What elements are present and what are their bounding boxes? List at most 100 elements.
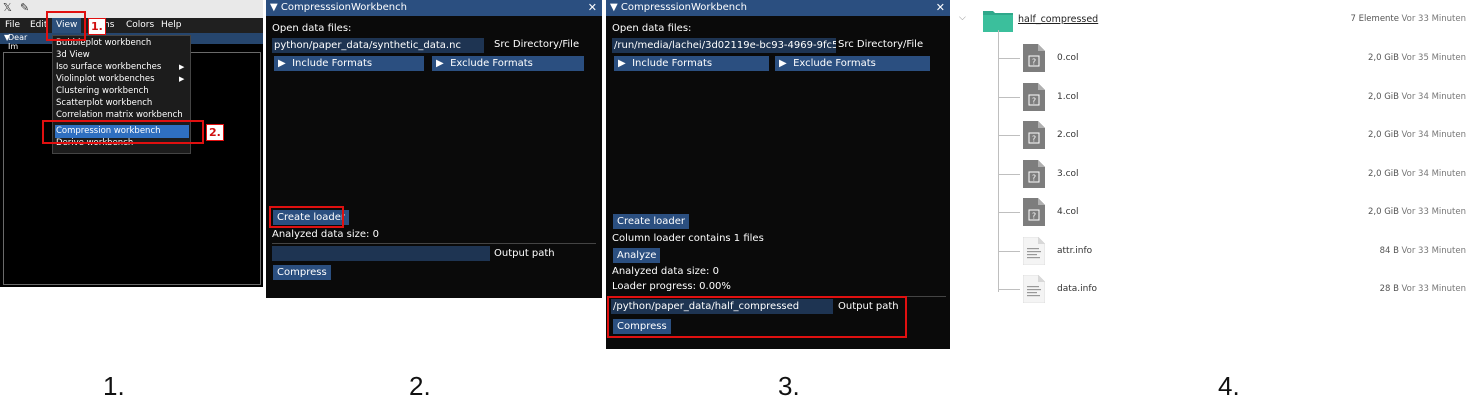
file-name[interactable]: 4.col bbox=[1057, 207, 1079, 217]
file-date: Vor 35 Minuten bbox=[1401, 53, 1467, 63]
file-size: 84 B bbox=[1379, 245, 1399, 256]
window-title: ▼ Dear Im bbox=[4, 33, 28, 51]
file-row[interactable]: ? 0.col 2,0 GiB Vor 35 Minuten bbox=[957, 40, 1479, 78]
tree-branch bbox=[998, 250, 1020, 252]
file-size: 2,0 GiB bbox=[1368, 53, 1399, 63]
file-row[interactable]: attr.info 84 B Vor 33 Minuten bbox=[957, 233, 1479, 271]
file-size: 2,0 GiB bbox=[1368, 168, 1399, 179]
x-logo-icon: 𝕏 bbox=[3, 1, 12, 14]
file-name[interactable]: 3.col bbox=[1057, 169, 1079, 179]
analyze-button[interactable]: Analyze bbox=[613, 248, 661, 263]
window-titlebar[interactable]: ▼ CompresssionWorkbench ✕ bbox=[266, 0, 602, 16]
tree-branch bbox=[998, 212, 1020, 213]
include-formats-button[interactable]: ▶ Include Formats bbox=[614, 56, 769, 71]
file-date: Vor 33 Minuten bbox=[1401, 284, 1467, 294]
menu-help[interactable]: Help bbox=[161, 20, 182, 30]
menu-item-clustering[interactable]: Clustering workbench bbox=[56, 86, 149, 96]
exclude-formats-button[interactable]: ▶ Exclude Formats bbox=[432, 56, 584, 71]
open-data-label: Open data files: bbox=[612, 23, 692, 34]
tree-branch bbox=[998, 289, 1020, 290]
annotation-step-1: 1. bbox=[88, 18, 106, 35]
tree-branch bbox=[998, 135, 1020, 136]
menu-item-scatterplot[interactable]: Scatterplot workbench bbox=[56, 98, 152, 108]
menu-colors[interactable]: Colors bbox=[126, 20, 154, 30]
src-directory-label: Src Directory/File bbox=[838, 39, 924, 50]
chevron-down-icon[interactable]: ⌵ bbox=[959, 13, 966, 23]
src-path-input[interactable]: /run/media/lachei/3d02119e-bc93-4969-9fc… bbox=[612, 38, 836, 53]
annotation-box-create-loader bbox=[269, 206, 344, 228]
menu-item-3d-view[interactable]: 3d View bbox=[56, 50, 90, 60]
caption-3: 3. bbox=[778, 371, 800, 401]
svg-text:?: ? bbox=[1032, 135, 1036, 144]
analyzed-size-text: Analyzed data size: 0 bbox=[612, 266, 719, 277]
file-name[interactable]: attr.info bbox=[1057, 246, 1092, 256]
file-row[interactable]: ? 2.col 2,0 GiB Vor 34 Minuten bbox=[957, 117, 1479, 155]
file-name[interactable]: 2.col bbox=[1057, 130, 1079, 140]
tree-branch bbox=[998, 58, 1020, 59]
file-date: Vor 33 Minuten bbox=[1401, 207, 1467, 217]
src-path-input[interactable]: python/paper_data/synthetic_data.nc bbox=[272, 38, 484, 53]
annotation-box-view bbox=[46, 11, 86, 41]
svg-text:?: ? bbox=[1032, 58, 1036, 67]
submenu-arrow-icon: ▶ bbox=[179, 75, 185, 83]
unknown-file-icon: ? bbox=[1023, 159, 1045, 188]
svg-text:?: ? bbox=[1032, 96, 1036, 105]
file-row[interactable]: data.info 28 B Vor 33 Minuten bbox=[957, 271, 1479, 309]
close-icon[interactable]: ✕ bbox=[588, 1, 597, 14]
exclude-formats-button[interactable]: ▶ Exclude Formats bbox=[775, 56, 930, 71]
file-size: 28 B bbox=[1379, 284, 1399, 294]
file-size: 2,0 GiB bbox=[1368, 207, 1399, 217]
close-icon[interactable]: ✕ bbox=[936, 1, 945, 14]
open-data-label: Open data files: bbox=[272, 23, 352, 34]
window-titlebar[interactable]: ▼ CompresssionWorkbench ✕ bbox=[606, 0, 950, 16]
panel-compression-workbench-initial: ▼ CompresssionWorkbench ✕ Open data file… bbox=[266, 0, 602, 298]
panel-file-manager: ⌵ half_compressed 7 Elemente Vor 33 Minu… bbox=[957, 0, 1479, 311]
caption-2: 2. bbox=[409, 371, 431, 401]
annotation-step-2: 2. bbox=[206, 124, 224, 141]
menu-edit[interactable]: Edit bbox=[30, 20, 47, 30]
include-formats-button[interactable]: ▶ Include Formats bbox=[274, 56, 424, 71]
menu-bar: File Edit View ns Colors Help bbox=[0, 18, 263, 33]
text-file-icon bbox=[1022, 274, 1046, 304]
output-path-input[interactable] bbox=[272, 246, 490, 261]
window-title: ▼ CompresssionWorkbench bbox=[270, 2, 407, 13]
panel-compression-workbench-loaded: ▼ CompresssionWorkbench ✕ Open data file… bbox=[606, 0, 950, 349]
analyzed-size-text: Analyzed data size: 0 bbox=[272, 229, 379, 240]
folder-icon bbox=[983, 8, 1013, 32]
file-size: 2,0 GiB bbox=[1368, 130, 1399, 140]
file-name[interactable]: data.info bbox=[1057, 284, 1097, 294]
submenu-arrow-icon: ▶ bbox=[179, 63, 185, 71]
window-title: ▼ CompresssionWorkbench bbox=[610, 2, 747, 13]
tree-branch bbox=[998, 96, 1020, 98]
file-name[interactable]: 0.col bbox=[1057, 53, 1079, 63]
file-date: Vor 34 Minuten bbox=[1401, 168, 1467, 179]
svg-text:?: ? bbox=[1032, 173, 1036, 182]
app-titlebar: 𝕏 ✎ bbox=[0, 0, 263, 18]
caption-4: 4. bbox=[1218, 371, 1240, 401]
unknown-file-icon: ? bbox=[1023, 44, 1045, 72]
menu-item-iso-surface[interactable]: Iso surface workbenches bbox=[56, 62, 161, 72]
src-directory-label: Src Directory/File bbox=[494, 39, 580, 50]
unknown-file-icon: ? bbox=[1023, 121, 1045, 149]
file-date: Vor 33 Minuten bbox=[1401, 245, 1467, 256]
file-row[interactable]: ? 4.col 2,0 GiB Vor 33 Minuten bbox=[957, 194, 1479, 232]
unknown-file-icon: ? bbox=[1023, 198, 1045, 226]
unknown-file-icon: ? bbox=[1023, 82, 1045, 111]
file-date: Vor 34 Minuten bbox=[1401, 91, 1467, 102]
caption-1: 1. bbox=[103, 371, 125, 401]
menu-file[interactable]: File bbox=[5, 20, 20, 30]
pin-icon[interactable]: ✎ bbox=[20, 1, 29, 14]
file-row[interactable]: ? 1.col 2,0 GiB Vor 34 Minuten bbox=[957, 79, 1479, 117]
file-row[interactable]: ? 3.col 2,0 GiB Vor 34 Minuten bbox=[957, 156, 1479, 194]
output-path-label: Output path bbox=[494, 248, 555, 259]
file-name[interactable]: 1.col bbox=[1057, 92, 1079, 102]
annotation-box-output bbox=[607, 296, 907, 338]
compress-button[interactable]: Compress bbox=[273, 265, 331, 280]
folder-name[interactable]: half_compressed bbox=[1018, 14, 1098, 25]
menu-item-correlation-matrix[interactable]: Correlation matrix workbench bbox=[56, 110, 183, 120]
svg-text:?: ? bbox=[1032, 212, 1036, 221]
create-loader-button[interactable]: Create loader bbox=[613, 214, 690, 229]
menu-item-violinplot[interactable]: Violinplot workbenches bbox=[56, 74, 155, 84]
tree-branch bbox=[998, 173, 1020, 175]
folder-count: 7 Elemente bbox=[1350, 14, 1399, 24]
